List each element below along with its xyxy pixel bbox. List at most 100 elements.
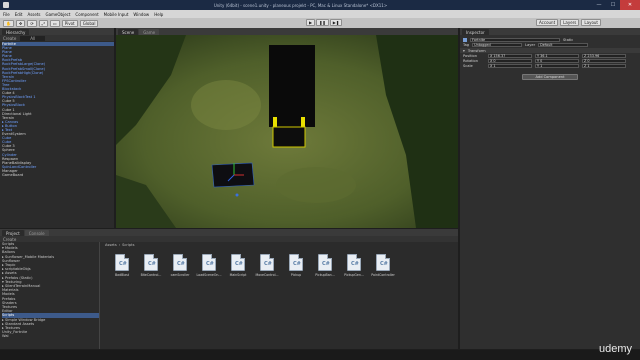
script-asset[interactable]: C# PickupBan... <box>315 254 335 277</box>
position-z-field[interactable]: Z 233.96 <box>582 53 626 58</box>
scale-tool-button[interactable]: ⤢ <box>38 19 48 27</box>
rotate-tool-button[interactable]: ⟳ <box>27 19 37 27</box>
udemy-watermark: udemy <box>598 343 632 355</box>
status-bar <box>0 350 640 360</box>
static-checkbox-label[interactable]: Static <box>563 38 573 42</box>
script-asset[interactable]: C# camScroller <box>170 254 190 277</box>
minimize-button[interactable]: — <box>592 0 606 10</box>
csharp-script-icon: C# <box>347 254 361 271</box>
transform-foldout-icon[interactable]: ▾ <box>463 49 465 53</box>
scene-viewport[interactable] <box>116 35 458 228</box>
menu-edit[interactable]: Edit <box>15 12 23 17</box>
csharp-script-icon: C# <box>144 254 158 271</box>
hand-tool-button[interactable]: ✋ <box>3 19 14 27</box>
breadcrumb-assets[interactable]: Assets <box>105 243 117 247</box>
global-toggle[interactable]: Global <box>79 19 99 27</box>
asset-label: PickupBan... <box>315 273 335 277</box>
hierarchy-create-button[interactable]: Create <box>3 36 16 41</box>
tag-label: Tag <box>463 42 470 47</box>
project-folder-tree: Scripts ▾ Models Ballons ▸ Sunflower_Mob… <box>0 242 100 349</box>
rotation-z-field[interactable]: Z 0 <box>582 58 626 63</box>
goal-frame <box>272 126 306 148</box>
asset-label: Pickup <box>290 273 302 277</box>
grass-patch <box>276 167 356 203</box>
hierarchy-list: Fortnite Plane Plane Plane RockPrefab RockPr… <box>0 41 114 177</box>
scale-y-field[interactable]: Y 1 <box>535 63 579 68</box>
csharp-script-icon: C# <box>376 254 390 271</box>
csharp-script-icon: C# <box>173 254 187 271</box>
script-asset[interactable]: C# MainScript <box>228 254 248 277</box>
step-button[interactable]: ▶❚ <box>329 19 343 26</box>
spawn-pad <box>211 162 255 188</box>
close-button[interactable]: ✕ <box>620 0 640 10</box>
layer-dropdown[interactable]: Default <box>538 42 589 47</box>
hierarchy-item[interactable]: GameBoard <box>2 173 114 177</box>
script-asset[interactable]: C# LoadSceneOn... <box>197 254 221 277</box>
script-asset[interactable]: C# PointController <box>371 254 395 277</box>
maximize-button[interactable]: ☐ <box>606 0 620 10</box>
asset-label: camScroller <box>170 273 190 277</box>
project-panel: Project Console Create Scripts ▾ Models … <box>0 229 458 349</box>
hierarchy-search-input[interactable]: All <box>20 35 46 41</box>
menu-window[interactable]: Window <box>133 12 149 17</box>
csharp-script-icon: C# <box>115 254 129 271</box>
menu-mobile-input[interactable]: Mobile Input <box>104 12 129 17</box>
position-x-field[interactable]: X 156.37 <box>488 53 532 58</box>
position-y-field[interactable]: Y 36.1 <box>535 53 579 58</box>
scale-z-field[interactable]: Z 1 <box>582 63 626 68</box>
menu-assets[interactable]: Assets <box>27 12 40 17</box>
hierarchy-panel: Hierarchy Create All Fortnite Plane Plane… <box>0 28 114 228</box>
menu-component[interactable]: Component <box>75 12 98 17</box>
breadcrumb-separator: › <box>118 243 121 247</box>
position-label: Position <box>463 53 477 58</box>
project-create-button[interactable]: Create <box>3 237 16 242</box>
rect-tool-button[interactable]: ▭ <box>49 19 60 27</box>
object-name-field[interactable]: Fortnite <box>470 37 560 42</box>
menu-file[interactable]: File <box>3 12 10 17</box>
csharp-script-icon: C# <box>231 254 245 271</box>
tab-hierarchy[interactable]: Hierarchy <box>2 29 30 35</box>
layers-dropdown[interactable]: Layers <box>560 19 580 26</box>
menu-bar: File Edit Assets GameObject Component Mo… <box>0 10 640 18</box>
pause-button[interactable]: ❚❚ <box>316 19 329 26</box>
add-component-button[interactable]: Add Component <box>522 74 578 80</box>
csharp-script-icon: C# <box>202 254 216 271</box>
main-toolbar: ✋ ✥ ⟳ ⤢ ▭ Pivot Global ▶ ❚❚ ▶❚ Account L… <box>0 18 640 28</box>
tab-inspector[interactable]: Inspector <box>462 29 489 35</box>
script-asset[interactable]: C# BadBlast <box>112 254 132 277</box>
tab-console[interactable]: Console <box>24 230 49 236</box>
transform-header: Transform <box>467 48 486 53</box>
folder-tree-item[interactable]: Wal <box>2 334 99 338</box>
tab-project[interactable]: Project <box>2 230 24 236</box>
script-asset[interactable]: C# PickupGen... <box>344 254 364 277</box>
playback-controls: ▶ ❚❚ ▶❚ <box>306 19 343 26</box>
menu-help[interactable]: Help <box>154 12 163 17</box>
menu-gameobject[interactable]: GameObject <box>45 12 70 17</box>
inspector-panel: Inspector Fortnite Static Tag Untagged L… <box>460 28 640 349</box>
scene-render <box>116 35 458 228</box>
sunlit-patch <box>191 80 261 130</box>
csharp-script-icon: C# <box>260 254 274 271</box>
script-asset[interactable]: C# BiteControl... <box>141 254 161 277</box>
asset-browser: Assets › Scripts C# BadBlast C# BiteControl… <box>101 242 458 349</box>
csharp-script-icon: C# <box>318 254 332 271</box>
script-asset[interactable]: C# MoveControl... <box>255 254 279 277</box>
asset-label: PointController <box>371 273 395 277</box>
layout-dropdown[interactable]: Layout <box>581 19 602 26</box>
move-tool-button[interactable]: ✥ <box>15 19 26 27</box>
rotation-x-field[interactable]: X 0 <box>488 58 532 63</box>
layer-label: Layer <box>525 42 536 47</box>
gameobject-icon <box>463 37 467 42</box>
script-asset[interactable]: C# Pickup <box>286 254 306 277</box>
csharp-script-icon: C# <box>289 254 303 271</box>
tag-dropdown[interactable]: Untagged <box>472 42 523 47</box>
asset-label: BadBlast <box>114 273 130 277</box>
breadcrumb-scripts[interactable]: Scripts <box>122 243 134 247</box>
account-dropdown[interactable]: Account <box>536 19 559 26</box>
rotation-y-field[interactable]: Y 0 <box>535 58 579 63</box>
window-title: Unity (64bit) - scene1.unity - planeous … <box>213 2 388 8</box>
asset-label: BiteControl... <box>140 273 162 277</box>
play-button[interactable]: ▶ <box>306 19 316 26</box>
pivot-toggle[interactable]: Pivot <box>61 19 78 27</box>
scale-x-field[interactable]: X 1 <box>488 63 532 68</box>
